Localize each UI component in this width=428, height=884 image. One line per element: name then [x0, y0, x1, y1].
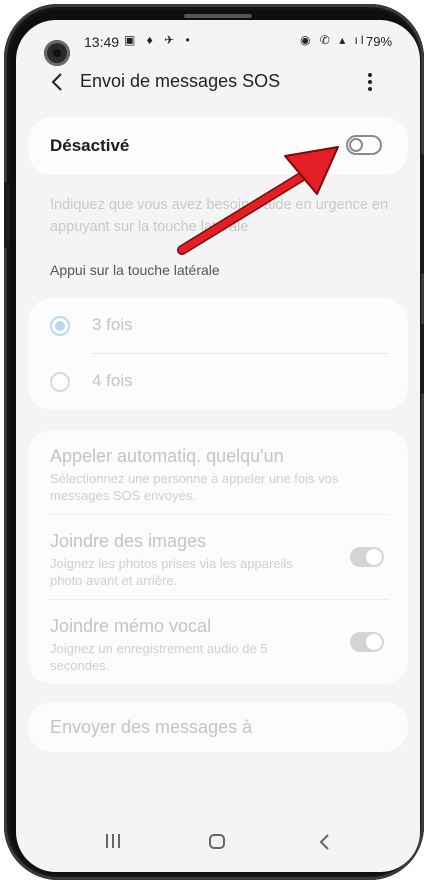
- press-count-card: 3 fois 4 fois: [28, 298, 408, 410]
- switch-thumb: [349, 138, 363, 152]
- option-subtitle: Joignez les photos prises via les appare…: [50, 556, 293, 588]
- option-title: Joindre mémo vocal: [50, 616, 212, 636]
- option-subtitle: Joignez un enregistrement audio de 5 sec…: [50, 641, 268, 673]
- app-bar: Envoi de messages SOS: [16, 64, 420, 104]
- master-toggle-card[interactable]: Désactivé: [28, 117, 408, 175]
- feature-description: Indiquez que vous avez besoin d'aide en …: [50, 197, 389, 235]
- screen: 13:49 ▣ ♦ ✈ • ◉ ✆ ▴ ıl 79% Envoi de mess…: [16, 20, 420, 872]
- phone-frame: 13:49 ▣ ♦ ✈ • ◉ ✆ ▴ ıl 79% Envoi de mess…: [4, 4, 424, 880]
- nav-back-icon[interactable]: [310, 830, 340, 854]
- sos-options-card: Appeler automatiq. quelqu'un Sélectionne…: [28, 430, 408, 684]
- home-icon[interactable]: [202, 830, 232, 854]
- option-attach-voice[interactable]: Joindre mémo vocal Joignez un enregistre…: [28, 600, 408, 684]
- option-attach-images[interactable]: Joindre des images Joignez les photos pr…: [28, 515, 408, 600]
- master-switch[interactable]: [346, 135, 382, 155]
- radio-button[interactable]: [50, 372, 70, 392]
- radio-option-4[interactable]: 4 fois: [28, 354, 408, 410]
- switch-thumb: [366, 549, 382, 565]
- battery-level: 79%: [366, 34, 393, 49]
- notification-icons: ▣ ♦ ✈ •: [124, 33, 194, 47]
- attach-images-switch[interactable]: [350, 547, 384, 567]
- radio-option-3[interactable]: 3 fois: [28, 298, 408, 354]
- radio-label: 4 fois: [92, 371, 133, 390]
- recent-apps-icon[interactable]: [98, 830, 128, 854]
- section-header: Appui sur la touche latérale: [50, 262, 220, 278]
- master-toggle-label: Désactivé: [50, 136, 130, 155]
- attach-voice-switch[interactable]: [350, 632, 384, 652]
- option-auto-call[interactable]: Appeler automatiq. quelqu'un Sélectionne…: [28, 430, 408, 515]
- option-title: Joindre des images: [50, 531, 207, 551]
- connectivity-icons: ◉ ✆ ▴ ıl: [300, 33, 367, 47]
- option-title: Appeler automatiq. quelqu'un: [50, 446, 284, 466]
- radio-label: 3 fois: [92, 315, 133, 334]
- send-to-label: Envoyer des messages à: [50, 717, 253, 737]
- navigation-bar: [16, 820, 420, 864]
- send-to-card[interactable]: Envoyer des messages à: [28, 702, 408, 752]
- option-subtitle: Sélectionnez une personne à appeler une …: [50, 471, 339, 503]
- earpiece-speaker: [184, 14, 252, 18]
- switch-thumb: [366, 634, 382, 650]
- radio-button-selected[interactable]: [50, 316, 70, 336]
- back-arrow-icon[interactable]: [46, 70, 70, 94]
- front-camera: [44, 40, 70, 66]
- page-title: Envoi de messages SOS: [80, 71, 281, 91]
- more-vertical-icon[interactable]: [360, 70, 380, 94]
- volume-key: [4, 182, 10, 248]
- status-time: 13:49: [84, 34, 120, 50]
- status-bar: 13:49 ▣ ♦ ✈ • ◉ ✆ ▴ ıl 79%: [16, 20, 420, 66]
